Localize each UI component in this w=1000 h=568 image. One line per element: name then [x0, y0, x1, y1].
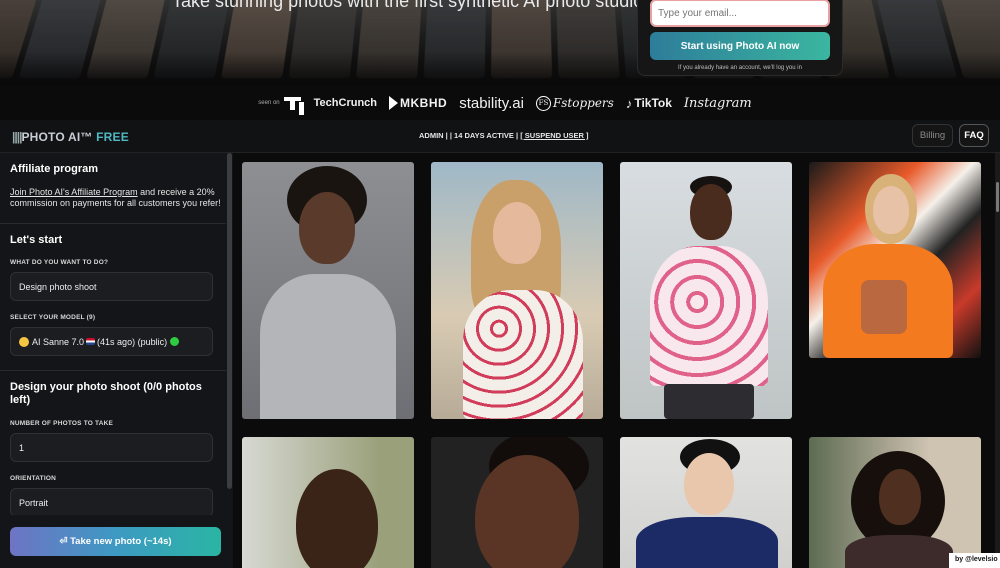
app-header: ||||PHOTO AI™ FREE ADMIN | | 14 DAYS ACT… [0, 120, 1000, 153]
photo-woman-curly-hair[interactable] [809, 437, 981, 568]
mkbhd-logo: MKBHD [389, 96, 447, 110]
status-green-icon [170, 337, 180, 346]
dutch-flag-icon [86, 338, 96, 345]
instagram-logo: Instagram [683, 95, 752, 111]
mkbhd-icon [389, 96, 399, 110]
orientation-select[interactable]: Portrait [10, 488, 213, 517]
signup-card: Start using Photo AI now If you already … [637, 0, 843, 76]
photo-woman-grey-top[interactable] [242, 162, 414, 419]
admin-status: ADMIN | | 14 DAYS ACTIVE | [ SUSPEND USE… [419, 131, 589, 140]
photo-man-floral-shirt[interactable] [620, 162, 792, 419]
photo-gallery [233, 153, 1000, 568]
photo-woman-orange-tee-graffiti[interactable] [809, 162, 981, 358]
gallery-scroll-thumb[interactable] [996, 182, 999, 212]
hero-banner: Take stunning photos with the first synt… [0, 0, 1000, 86]
faq-button[interactable]: FAQ [959, 124, 989, 147]
orientation-label: ORIENTATION [10, 475, 57, 482]
hero-tagline: Take stunning photos with the first synt… [172, 0, 644, 11]
tiktok-icon: ♪ [625, 95, 633, 111]
model-select[interactable]: AI Sanne 7.0 (41s ago) (public) [10, 327, 213, 356]
photo-man-portrait[interactable] [242, 437, 414, 568]
model-avatar-icon [19, 336, 29, 347]
sidebar: Affiliate program Join Photo AI's Affili… [0, 153, 233, 568]
count-input[interactable]: 1 [10, 433, 213, 462]
start-title: Let's start [10, 234, 63, 246]
login-note: If you already have an account, we'll lo… [678, 65, 802, 71]
affiliate-link[interactable]: Join Photo AI's Affiliate Program [10, 187, 138, 197]
affiliate-text: Join Photo AI's Affiliate Program and re… [10, 187, 221, 208]
photo-man-blue-sweater[interactable] [620, 437, 792, 568]
gallery-scrollbar[interactable] [995, 153, 1000, 568]
affiliate-section: Affiliate program Join Photo AI's Affili… [0, 153, 233, 224]
take-photo-button[interactable]: ⏎ Take new photo (~14s) [10, 527, 221, 556]
techcrunch-logo: TechCrunch [283, 96, 377, 110]
creator-credit[interactable]: by @levelsio [949, 553, 1000, 568]
billing-button[interactable]: Billing [912, 124, 953, 147]
brand-logo[interactable]: ||||PHOTO AI™ FREE [12, 130, 129, 144]
sidebar-scroll-thumb[interactable] [227, 153, 232, 489]
what-select[interactable]: Design photo shoot [10, 272, 213, 301]
photo-woman-portrait[interactable] [431, 437, 603, 568]
design-title: Design your photo shoot (0/0 photos left… [10, 381, 202, 406]
take-photo-bar: ⏎ Take new photo (~14s) [0, 515, 233, 568]
fstoppers-icon: FS [535, 95, 551, 111]
seen-on-label: seen on [258, 100, 280, 106]
model-label: SELECT YOUR MODEL (9) [10, 314, 96, 321]
email-input[interactable] [650, 0, 830, 27]
stability-logo: stability.ai [459, 94, 524, 112]
affiliate-title: Affiliate program [10, 163, 99, 175]
start-section: Let's start WHAT DO YOU WANT TO DO? Desi… [0, 224, 233, 371]
start-button[interactable]: Start using Photo AI now [650, 32, 830, 60]
fstoppers-logo: FS Fstoppers [535, 95, 614, 111]
what-label: WHAT DO YOU WANT TO DO? [10, 259, 109, 266]
count-label: NUMBER OF PHOTOS TO TAKE [10, 420, 114, 427]
photo-woman-floral-dress[interactable] [431, 162, 603, 419]
press-logos-bar: seen on TechCrunch MKBHD stability.ai FS… [0, 86, 1000, 120]
techcrunch-icon [283, 96, 310, 110]
design-section: Design your photo shoot (0/0 photos left… [0, 371, 233, 529]
suspend-user-link[interactable]: [ SUSPEND USER ] [520, 131, 588, 140]
tiktok-logo: ♪ TikTok [625, 95, 672, 111]
